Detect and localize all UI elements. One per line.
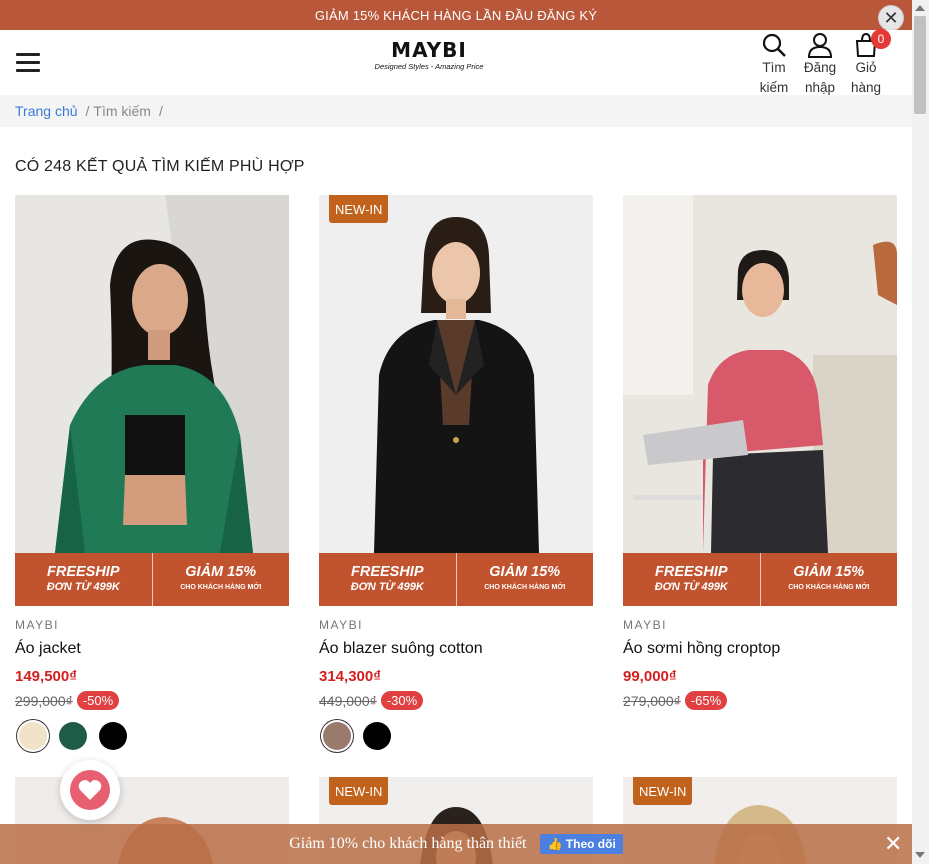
color-swatch[interactable] [19, 722, 47, 750]
freeship-text: FREESHIP [654, 563, 728, 580]
product-old-price: 449,000₫ [319, 692, 377, 709]
product-image[interactable]: NEW-IN [319, 195, 593, 553]
follow-label: Theo dõi [565, 837, 616, 851]
scroll-up-arrow-icon[interactable] [915, 5, 925, 11]
search-icon [762, 33, 786, 57]
product-name[interactable]: Áo blazer suông cotton [319, 640, 593, 658]
loyalty-bar: Giảm 10% cho khách hàng thân thiết 👍 The… [0, 824, 912, 864]
product-price: 149,500₫ [15, 668, 77, 685]
product-card[interactable]: FREESHIP ĐƠN TỪ 499K GIẢM 15% CHO KHÁCH HÀ… [623, 195, 897, 710]
promo-text: GIẢM 15% KHÁCH HÀNG LẦN ĐẦU ĐĂNG KÝ [314, 7, 598, 23]
product-old-price: 299,000₫ [15, 692, 73, 709]
logo-tagline: Designed Styles - Amazing Price [374, 62, 484, 71]
product-name[interactable]: Áo sơmi hồng croptop [623, 640, 897, 658]
menu-icon[interactable] [16, 53, 40, 73]
heart-icon [78, 780, 102, 800]
login-button[interactable]: Đăng nhập [797, 32, 843, 98]
follow-button[interactable]: 👍 Theo dõi [540, 834, 623, 854]
color-swatch[interactable] [363, 722, 391, 750]
discount-condition: CHO KHÁCH HÀNG MỚI [788, 583, 870, 591]
breadcrumb-separator: / [85, 103, 90, 119]
new-in-tag: NEW-IN [633, 777, 693, 805]
discount-badge: -30% [380, 691, 424, 710]
freeship-condition: ĐƠN TỪ 499K [350, 580, 424, 593]
scroll-down-arrow-icon[interactable] [915, 852, 925, 858]
freeship-text: FREESHIP [46, 563, 120, 580]
logo-text: MAYBI [391, 38, 467, 62]
breadcrumb-current: Tìm kiếm [93, 103, 151, 119]
close-icon[interactable]: ✕ [884, 833, 902, 855]
promo-topbar: GIẢM 15% KHÁCH HÀNG LẦN ĐẦU ĐĂNG KÝ [0, 0, 912, 30]
discount-text: GIẢM 15% [489, 563, 561, 580]
new-in-tag: NEW-IN [329, 777, 389, 805]
scrollbar[interactable] [912, 0, 929, 864]
freeship-text: FREESHIP [350, 563, 424, 580]
discount-condition: CHO KHÁCH HÀNG MỚI [180, 583, 262, 591]
product-brand: MAYBI [623, 618, 667, 632]
cart-count-badge: 0 [871, 29, 891, 49]
search-button[interactable]: Tìm kiếm [751, 32, 797, 98]
color-swatch[interactable] [323, 722, 351, 750]
product-card[interactable]: NEW-IN FREESHIP ĐƠN TỪ 499K GIẢM 15% CHO K… [319, 195, 593, 750]
freeship-condition: ĐƠN TỪ 499K [46, 580, 120, 593]
breadcrumb-home-link[interactable]: Trang chủ [15, 103, 78, 119]
product-image[interactable] [15, 195, 289, 553]
wishlist-button[interactable] [60, 760, 120, 820]
site-logo[interactable]: MAYBI Designed Styles - Amazing Price [364, 38, 494, 71]
login-label: Đăng [803, 60, 837, 75]
product-old-price: 279,000₫ [623, 692, 681, 709]
search-label: Tìm [762, 60, 786, 75]
discount-badge: -50% [76, 691, 120, 710]
discount-condition: CHO KHÁCH HÀNG MỚI [484, 583, 566, 591]
site-header: MAYBI Designed Styles - Amazing Price Tì… [0, 29, 912, 98]
user-icon [807, 33, 833, 58]
discount-badge: -65% [684, 691, 728, 710]
color-swatches [15, 722, 289, 750]
search-result-count: CÓ 248 KẾT QUẢ TÌM KIẾM PHÙ HỢP [15, 158, 305, 175]
product-price: 99,000₫ [623, 668, 677, 685]
loyalty-message: Giảm 10% cho khách hàng thân thiết [289, 835, 527, 852]
color-swatch[interactable] [59, 722, 87, 750]
product-brand: MAYBI [15, 618, 59, 632]
close-promo-button[interactable]: ✕ [878, 5, 904, 31]
product-price: 314,300₫ [319, 668, 381, 685]
promo-banner: FREESHIP ĐƠN TỪ 499K GIẢM 15% CHO KHÁCH HÀ… [15, 553, 289, 606]
thumbs-up-icon: 👍 [547, 837, 563, 851]
color-swatch[interactable] [99, 722, 127, 750]
discount-text: GIẢM 15% [793, 563, 865, 580]
product-brand: MAYBI [319, 618, 363, 632]
scrollbar-thumb[interactable] [914, 16, 926, 114]
freeship-condition: ĐƠN TỪ 499K [654, 580, 728, 593]
new-in-tag: NEW-IN [329, 195, 389, 223]
cart-label: Giỏ [855, 60, 877, 75]
promo-banner: FREESHIP ĐƠN TỪ 499K GIẢM 15% CHO KHÁCH HÀ… [623, 553, 897, 606]
promo-banner: FREESHIP ĐƠN TỪ 499K GIẢM 15% CHO KHÁCH HÀ… [319, 553, 593, 606]
breadcrumb: Trang chủ / Tìm kiếm / [0, 95, 912, 127]
product-name[interactable]: Áo jacket [15, 640, 289, 658]
breadcrumb-separator: / [158, 103, 163, 119]
cart-button[interactable]: 0 Giỏ hàng [843, 29, 891, 98]
discount-text: GIẢM 15% [185, 563, 257, 580]
product-image[interactable] [623, 195, 897, 553]
product-card[interactable]: FREESHIP ĐƠN TỪ 499K GIẢM 15% CHO KHÁCH HÀ… [15, 195, 289, 750]
color-swatches [319, 722, 593, 750]
